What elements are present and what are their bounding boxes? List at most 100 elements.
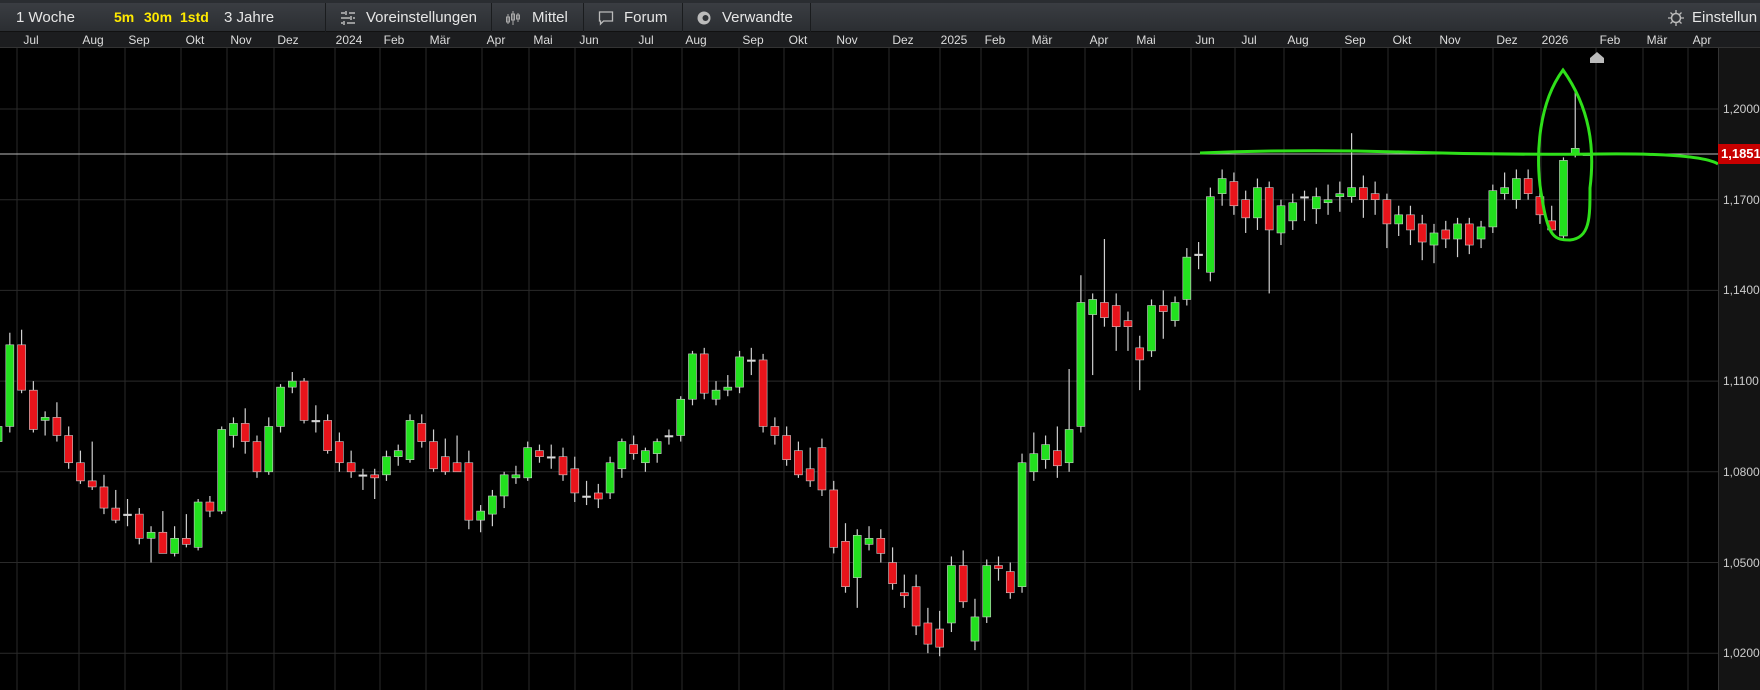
candle	[146, 526, 156, 563]
candle-body-up	[1064, 429, 1074, 464]
candle-body-up	[311, 420, 321, 423]
candle-body-up	[864, 538, 874, 545]
candle	[747, 347, 756, 376]
candle	[299, 378, 309, 424]
candle-body-down	[252, 441, 262, 473]
candle-body-down	[17, 344, 26, 391]
candle-body-up	[287, 380, 297, 388]
candle-body-down	[1111, 305, 1121, 327]
period-dropdown[interactable]: 1 Woche	[16, 3, 75, 32]
y-tick-label: 1,0200	[1723, 646, 1760, 661]
related-button[interactable]: Verwandte	[722, 3, 793, 32]
candle-body-down	[911, 586, 921, 627]
interval-1std-button[interactable]: 1std	[180, 3, 209, 32]
candle-body-down	[1441, 229, 1451, 240]
candle-body-up	[1076, 302, 1086, 427]
candle	[405, 414, 415, 463]
interval-5m-button[interactable]: 5m	[114, 3, 134, 32]
candle	[205, 495, 215, 518]
candle	[499, 471, 509, 509]
candle	[476, 505, 485, 533]
x-tick-label: Apr	[1089, 33, 1109, 47]
candle	[276, 384, 285, 433]
candle	[1417, 214, 1427, 261]
candle	[346, 450, 356, 478]
candle	[1041, 435, 1050, 469]
candle	[464, 450, 474, 530]
candle-body-up	[1300, 196, 1309, 199]
candle-body-up	[1088, 299, 1097, 315]
x-tick-label: Apr	[1692, 33, 1712, 47]
candle-body-up	[1147, 305, 1156, 352]
candle	[1170, 296, 1180, 327]
candle	[1523, 169, 1533, 200]
candle-body-up	[382, 456, 391, 476]
x-tick-label: Aug	[82, 33, 104, 47]
x-tick-label: Jun	[1195, 33, 1215, 47]
candle	[535, 444, 544, 463]
candle	[370, 468, 379, 500]
x-tick-label: Jun	[579, 33, 599, 47]
candle	[935, 610, 944, 657]
candle-body-down	[1005, 571, 1015, 594]
forum-button[interactable]: Forum	[624, 3, 667, 32]
candle-body-up	[40, 417, 50, 421]
candle-body-up	[358, 474, 368, 477]
candle-body-down	[323, 420, 332, 451]
candle-body-down	[205, 501, 215, 512]
candle	[699, 347, 709, 400]
candle	[888, 547, 897, 590]
candle	[770, 417, 780, 445]
candle	[1217, 169, 1227, 206]
candle-body-down	[1264, 187, 1274, 231]
settings-button[interactable]: Einstellun	[1692, 3, 1757, 32]
candle	[182, 514, 191, 548]
candle	[558, 447, 568, 481]
candle-body-up	[1170, 302, 1180, 321]
candle	[1088, 293, 1097, 376]
presets-button[interactable]: Voreinstellungen	[366, 3, 477, 32]
candle	[629, 435, 638, 460]
candle	[1347, 133, 1356, 203]
toolbar-divider	[491, 3, 492, 32]
candle	[1123, 311, 1133, 351]
x-tick-label: Nov	[1439, 33, 1461, 47]
x-tick-label: Nov	[836, 33, 858, 47]
candle	[1359, 175, 1368, 218]
candle-body-up	[499, 474, 509, 497]
candle-body-up	[1323, 199, 1333, 204]
annotation-line	[1199, 149, 1718, 166]
candle	[817, 438, 827, 496]
candle-body-up	[217, 429, 226, 512]
candle-body-down	[1158, 305, 1168, 312]
candlestick-chart[interactable]	[0, 48, 1718, 690]
candle-body-up	[546, 456, 556, 459]
y-tick-label: 1,1400	[1723, 283, 1760, 298]
candle	[805, 447, 815, 487]
x-tick-label: Dez	[892, 33, 914, 47]
candle	[99, 474, 109, 515]
candles-icon	[506, 11, 520, 25]
candle-body-down	[876, 538, 886, 554]
interval-30m-button[interactable]: 30m	[144, 3, 172, 32]
candle	[594, 483, 603, 509]
candle-body-down	[1229, 181, 1239, 207]
candle-body-up	[982, 565, 992, 618]
candle	[311, 405, 321, 433]
candle	[5, 332, 15, 433]
candle-body-up	[0, 426, 3, 442]
range-dropdown[interactable]: 3 Jahre	[224, 3, 274, 32]
candle-body-up	[123, 513, 132, 516]
candle	[0, 426, 3, 442]
candle-body-down	[299, 380, 309, 421]
candle	[652, 438, 662, 463]
candle-body-down	[805, 468, 815, 482]
candle	[664, 429, 674, 445]
candle-body-down	[923, 622, 933, 645]
candle	[452, 435, 462, 473]
x-tick-label: Okt	[185, 33, 205, 47]
indicators-button[interactable]: Mittel	[532, 3, 568, 32]
candle-body-down	[452, 462, 462, 473]
candle-body-down	[1406, 214, 1415, 231]
x-tick-label: Mai	[533, 33, 553, 47]
